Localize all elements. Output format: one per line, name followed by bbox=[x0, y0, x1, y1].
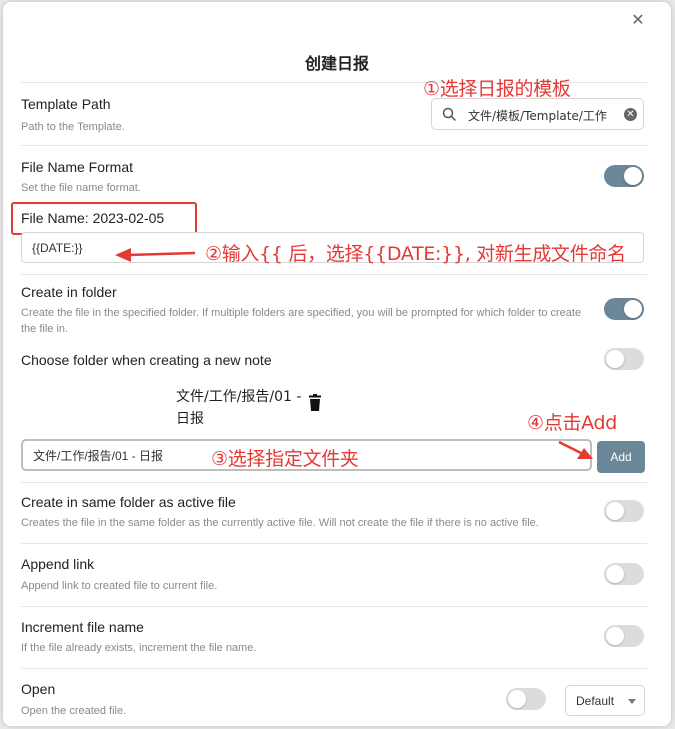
add-folder-button[interactable]: Add bbox=[597, 441, 645, 473]
file-name-format-toggle[interactable] bbox=[604, 165, 644, 187]
file-name-format-value: {{DATE:}} bbox=[32, 240, 83, 255]
divider bbox=[21, 482, 647, 483]
template-path-value: 文件/模板/Template/工作 bbox=[468, 109, 607, 123]
choose-folder-toggle[interactable] bbox=[604, 348, 644, 370]
search-icon bbox=[442, 107, 456, 121]
increment-name-toggle[interactable] bbox=[604, 625, 644, 647]
annotation-step4: ④点击Add bbox=[527, 412, 618, 434]
folder-input-value: 文件/工作/报告/01 - 日报 bbox=[33, 448, 164, 463]
same-folder-label: Create in same folder as active file bbox=[21, 494, 236, 510]
close-icon[interactable]: ✕ bbox=[629, 12, 647, 30]
open-mode-value: Default bbox=[576, 694, 615, 708]
open-toggle[interactable] bbox=[506, 688, 546, 710]
create-in-folder-toggle[interactable] bbox=[604, 298, 644, 320]
divider bbox=[21, 543, 647, 544]
create-daily-report-modal: ✕ 创建日报 Template Path Path to the Templat… bbox=[3, 2, 671, 726]
file-name-format-label: File Name Format bbox=[21, 159, 134, 175]
clear-icon[interactable]: ✕ bbox=[624, 108, 637, 121]
trash-icon[interactable] bbox=[307, 394, 323, 412]
same-folder-desc: Creates the file in the same folder as t… bbox=[21, 517, 539, 529]
create-in-folder-label: Create in folder bbox=[21, 284, 117, 300]
append-link-toggle[interactable] bbox=[604, 563, 644, 585]
template-path-label: Template Path bbox=[21, 96, 111, 112]
folder-entry: 文件/工作/报告/01 - 日报 bbox=[176, 389, 302, 427]
append-link-label: Append link bbox=[21, 556, 95, 572]
divider bbox=[21, 668, 647, 669]
template-path-input[interactable]: 文件/模板/Template/工作 ✕ bbox=[431, 98, 644, 130]
divider bbox=[21, 606, 647, 607]
open-mode-select[interactable]: Default bbox=[565, 685, 645, 716]
divider bbox=[21, 274, 647, 275]
divider bbox=[21, 145, 647, 146]
annotation-step2: ②输入{{ 后，选择{{DATE:}}, 对新生成文件命名 bbox=[205, 243, 626, 265]
increment-name-desc: If the file already exists, increment th… bbox=[21, 642, 257, 654]
increment-name-label: Increment file name bbox=[21, 619, 144, 635]
choose-folder-label: Choose folder when creating a new note bbox=[21, 352, 272, 368]
modal-title: 创建日报 bbox=[304, 54, 369, 73]
open-label: Open bbox=[21, 681, 56, 697]
append-link-desc: Append link to created file to current f… bbox=[21, 580, 218, 592]
create-in-folder-desc: Create the file in the specified folder.… bbox=[21, 307, 582, 335]
chevron-down-icon bbox=[628, 699, 636, 704]
annotation-step1: ①选择日报的模板 bbox=[423, 78, 571, 100]
annotation-step3: ③选择指定文件夹 bbox=[211, 448, 359, 470]
file-name-format-desc: Set the file name format. bbox=[21, 182, 141, 194]
file-name-preview: File Name: 2023-02-05 bbox=[21, 210, 165, 226]
same-folder-toggle[interactable] bbox=[604, 500, 644, 522]
template-path-desc: Path to the Template. bbox=[21, 121, 125, 133]
open-desc: Open the created file. bbox=[21, 705, 127, 717]
